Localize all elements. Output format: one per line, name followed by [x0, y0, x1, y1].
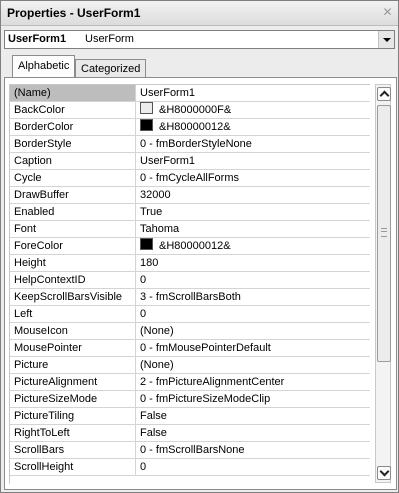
property-row[interactable]: ScrollHeight 0 — [10, 459, 370, 476]
property-value[interactable]: UserForm1 — [137, 85, 370, 101]
property-row[interactable]: PictureAlignment 2 - fmPictureAlignmentCe… — [10, 374, 370, 391]
property-value[interactable]: UserForm1 — [137, 153, 370, 169]
property-name[interactable]: (Name) — [10, 85, 136, 101]
property-row[interactable]: Height 180 — [10, 255, 370, 272]
property-row[interactable]: Cycle 0 - fmCycleAllForms — [10, 170, 370, 187]
property-name[interactable]: BorderStyle — [10, 136, 136, 152]
property-name[interactable]: KeepScrollBarsVisible — [10, 289, 136, 305]
property-value[interactable]: 0 - fmMousePointerDefault — [137, 340, 370, 356]
property-value[interactable]: (None) — [137, 323, 370, 339]
property-value[interactable]: 0 - fmPictureSizeModeClip — [137, 391, 370, 407]
color-swatch-icon — [140, 119, 153, 131]
property-row[interactable]: ForeColor &H80000012& — [10, 238, 370, 255]
scrollbar-thumb[interactable] — [377, 105, 391, 362]
close-icon[interactable]: ✕ — [381, 6, 394, 19]
grip-icon — [381, 228, 387, 237]
property-name[interactable]: Cycle — [10, 170, 136, 186]
property-name[interactable]: Picture — [10, 357, 136, 373]
property-name[interactable]: PictureAlignment — [10, 374, 136, 390]
property-row[interactable]: RightToLeft False — [10, 425, 370, 442]
property-value[interactable]: (None) — [137, 357, 370, 373]
property-grid: (Name) UserForm1 BackColor &H8000000F& Borde… — [9, 84, 370, 484]
property-row[interactable]: HelpContextID 0 — [10, 272, 370, 289]
property-value[interactable]: 2 - fmPictureAlignmentCenter — [137, 374, 370, 390]
property-name[interactable]: MousePointer — [10, 340, 136, 356]
property-name[interactable]: BackColor — [10, 102, 136, 118]
property-value-text: &H8000000F& — [159, 104, 232, 116]
chevron-down-icon — [383, 38, 391, 42]
property-row[interactable]: PictureTiling False — [10, 408, 370, 425]
property-row[interactable]: Font Tahoma — [10, 221, 370, 238]
property-row[interactable]: ScrollBars 0 - fmScrollBarsNone — [10, 442, 370, 459]
tab-categorized[interactable]: Categorized — [75, 59, 147, 78]
title-bar[interactable]: Properties - UserForm1 ✕ — [1, 1, 398, 26]
property-row[interactable]: Caption UserForm1 — [10, 153, 370, 170]
property-value[interactable]: 0 — [137, 306, 370, 322]
property-row[interactable]: PictureSizeMode 0 - fmPictureSizeModeClip — [10, 391, 370, 408]
object-type: UserForm — [85, 33, 134, 45]
property-value[interactable]: 0 - fmScrollBarsNone — [137, 442, 370, 458]
property-name[interactable]: ScrollBars — [10, 442, 136, 458]
property-name[interactable]: Caption — [10, 153, 136, 169]
property-row[interactable]: BackColor &H8000000F& — [10, 102, 370, 119]
window-title: Properties - UserForm1 — [7, 6, 141, 20]
chevron-down-icon — [379, 466, 390, 477]
property-name[interactable]: HelpContextID — [10, 272, 136, 288]
property-value[interactable]: 0 - fmCycleAllForms — [137, 170, 370, 186]
properties-window: Properties - UserForm1 ✕ UserForm1 UserF… — [0, 0, 399, 493]
property-name[interactable]: ForeColor — [10, 238, 136, 254]
property-row[interactable]: MousePointer 0 - fmMousePointerDefault — [10, 340, 370, 357]
property-row[interactable]: (Name) UserForm1 — [10, 85, 370, 102]
property-name[interactable]: MouseIcon — [10, 323, 136, 339]
property-name[interactable]: ScrollHeight — [10, 459, 136, 475]
property-value[interactable]: 3 - fmScrollBarsBoth — [137, 289, 370, 305]
color-swatch-icon — [140, 102, 153, 114]
property-name[interactable]: Height — [10, 255, 136, 271]
property-value[interactable]: &H8000000F& — [137, 102, 370, 118]
property-value[interactable]: 0 — [137, 459, 370, 475]
object-selector-dropdown[interactable]: UserForm1 UserForm — [4, 30, 395, 49]
property-value[interactable]: &H80000012& — [137, 119, 370, 135]
object-name: UserForm1 — [8, 33, 67, 45]
property-name[interactable]: PictureTiling — [10, 408, 136, 424]
property-value[interactable]: Tahoma — [137, 221, 370, 237]
property-value[interactable]: True — [137, 204, 370, 220]
color-swatch-icon — [140, 238, 153, 250]
chevron-up-icon — [379, 90, 390, 101]
property-value[interactable]: &H80000012& — [137, 238, 370, 254]
property-row[interactable]: MouseIcon (None) — [10, 323, 370, 340]
scroll-down-button[interactable] — [377, 466, 391, 480]
property-value[interactable]: False — [137, 408, 370, 424]
property-name[interactable]: DrawBuffer — [10, 187, 136, 203]
property-name[interactable]: Enabled — [10, 204, 136, 220]
property-name[interactable]: Left — [10, 306, 136, 322]
dropdown-button[interactable] — [378, 31, 394, 48]
vertical-scrollbar[interactable] — [375, 84, 391, 483]
property-name[interactable]: Font — [10, 221, 136, 237]
property-row[interactable]: BorderStyle 0 - fmBorderStyleNone — [10, 136, 370, 153]
property-value[interactable]: 180 — [137, 255, 370, 271]
property-row[interactable]: DrawBuffer 32000 — [10, 187, 370, 204]
property-row[interactable]: Picture (None) — [10, 357, 370, 374]
tab-alphabetic[interactable]: Alphabetic — [12, 55, 76, 78]
property-value[interactable]: 0 — [137, 272, 370, 288]
property-row[interactable]: Enabled True — [10, 204, 370, 221]
property-name[interactable]: RightToLeft — [10, 425, 136, 441]
property-value[interactable]: 32000 — [137, 187, 370, 203]
property-row[interactable]: Left 0 — [10, 306, 370, 323]
scroll-up-button[interactable] — [377, 87, 391, 101]
property-value[interactable]: 0 - fmBorderStyleNone — [137, 136, 370, 152]
property-row[interactable]: BorderColor &H80000012& — [10, 119, 370, 136]
property-value-text: &H80000012& — [159, 121, 231, 133]
property-value[interactable]: False — [137, 425, 370, 441]
property-row[interactable]: KeepScrollBarsVisible 3 - fmScrollBarsBot… — [10, 289, 370, 306]
property-name[interactable]: BorderColor — [10, 119, 136, 135]
property-name[interactable]: PictureSizeMode — [10, 391, 136, 407]
property-value-text: &H80000012& — [159, 240, 231, 252]
